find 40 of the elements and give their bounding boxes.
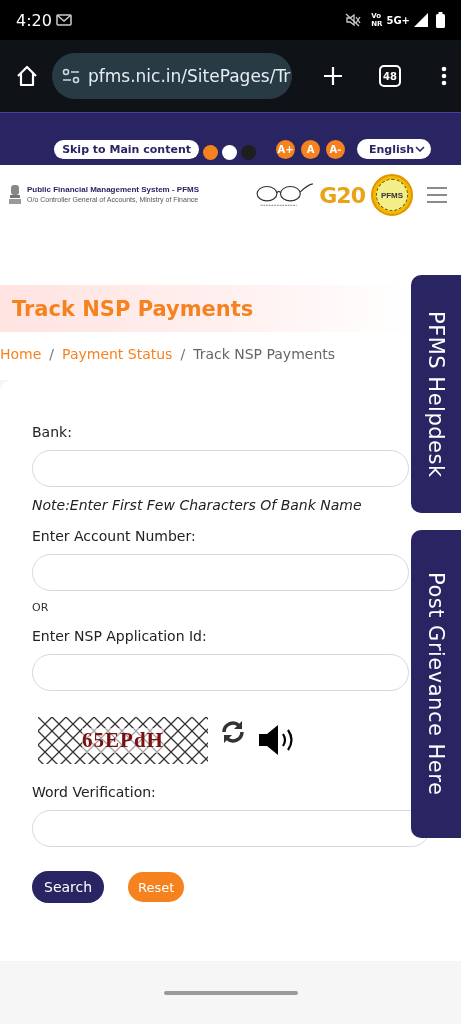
battery-icon <box>436 12 445 28</box>
more-options-icon[interactable] <box>441 66 447 86</box>
input-field[interactable] <box>32 654 409 691</box>
clock-text: 4:20 <box>16 10 52 30</box>
theme-dot[interactable] <box>241 144 256 160</box>
pfms-seal: PFMS <box>371 174 413 216</box>
spectacles-logo-icon <box>255 181 316 209</box>
search-button[interactable]: Search <box>32 871 105 903</box>
org-name: Public Financial Management System - PFMS <box>27 185 200 195</box>
theme-dot[interactable] <box>222 144 237 160</box>
url-text: pfms.nic.in/SitePages/Tr <box>88 66 291 86</box>
refresh-icon[interactable] <box>220 719 246 745</box>
tab-count-button[interactable]: 48 <box>379 65 401 87</box>
theme-dot[interactable] <box>203 144 218 160</box>
network-text: 5G+ <box>386 14 410 26</box>
mute-icon <box>345 13 362 27</box>
side-tab[interactable]: PFMS Helpdesk <box>411 275 461 513</box>
note-text: Note:Enter First Few Characters Of Bank Name <box>32 497 363 513</box>
emblem-icon <box>8 184 22 206</box>
input-field[interactable] <box>32 810 430 847</box>
skip-link[interactable]: Skip to Main content <box>54 139 199 159</box>
side-tab[interactable]: Post Grievance Here <box>411 530 461 838</box>
notification-icon <box>55 14 72 26</box>
language-select[interactable]: English <box>357 139 431 159</box>
input-field[interactable] <box>32 450 409 487</box>
address-bar[interactable]: pfms.nic.in/SitePages/Tr <box>52 53 292 99</box>
input-field[interactable] <box>32 554 409 591</box>
breadcrumb-separator: / <box>180 346 186 362</box>
g20-logo: G20 <box>319 182 365 208</box>
speaker-icon[interactable] <box>258 723 296 757</box>
chevron-icon <box>415 146 425 152</box>
site-settings-icon[interactable] <box>62 68 80 84</box>
breadcrumb-current: Track NSP Payments <box>193 346 336 362</box>
signal-icon <box>414 13 428 27</box>
home-icon[interactable] <box>16 65 38 87</box>
breadcrumb-separator: / <box>49 346 55 362</box>
captcha-text: 65EPdH <box>82 728 164 753</box>
menu-icon[interactable] <box>427 187 447 203</box>
new-tab-icon[interactable] <box>323 66 343 86</box>
field-label: Enter Account Number: <box>32 528 197 544</box>
